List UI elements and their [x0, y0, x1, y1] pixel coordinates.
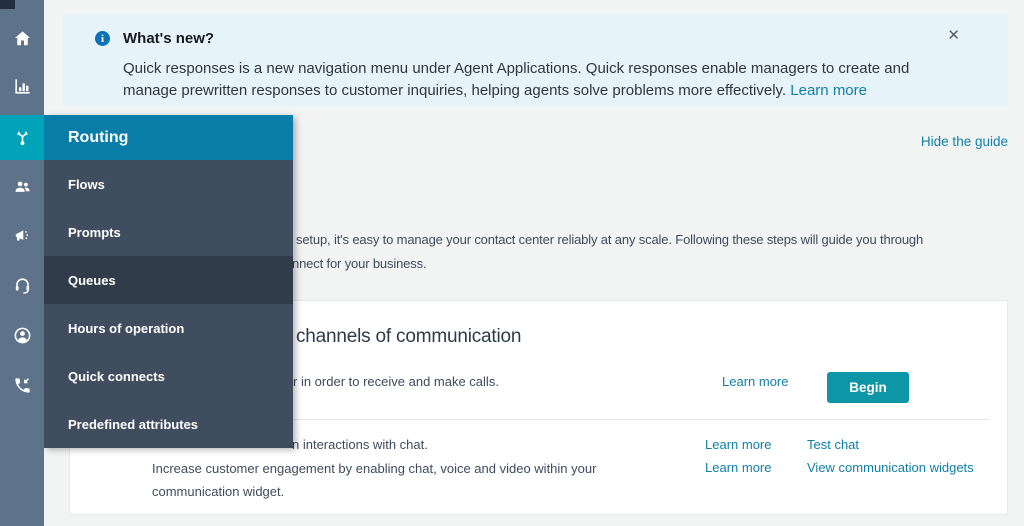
intro-text-line2: nnect for your business. — [292, 256, 426, 271]
users-icon — [13, 177, 32, 196]
intro-text-line1: setup, it's easy to manage your contact … — [296, 232, 923, 247]
sidebar-item-routing[interactable] — [0, 115, 44, 160]
row-chat-description: n interactions with chat. — [292, 437, 428, 452]
megaphone-icon — [13, 226, 32, 245]
flyout-item-prompts[interactable]: Prompts — [44, 208, 293, 256]
flyout-item-queues[interactable]: Queues — [44, 256, 293, 304]
sidebar-item-calls[interactable] — [0, 363, 44, 407]
banner-body-line1: Quick responses is a new navigation menu… — [123, 58, 909, 80]
row-chat-learn-more-link[interactable]: Learn more — [705, 437, 771, 452]
hide-the-guide-link[interactable]: Hide the guide — [921, 134, 1008, 149]
card-heading: channels of communication — [296, 326, 521, 348]
routing-flyout-menu: Routing Flows Prompts Queues Hours of op… — [44, 115, 293, 448]
routing-icon — [13, 128, 32, 147]
banner-title: What's new? — [123, 30, 214, 47]
sidebar-item-contact-control-panel[interactable] — [0, 263, 44, 307]
banner-learn-more-link[interactable]: Learn more — [790, 82, 867, 99]
sidebar-item-metrics[interactable] — [0, 64, 44, 108]
row-widget-description: Increase customer engagement by enabling… — [152, 458, 652, 503]
begin-button[interactable]: Begin — [827, 372, 909, 403]
sidebar-item-campaigns[interactable] — [0, 213, 44, 257]
home-icon — [13, 29, 32, 48]
close-icon[interactable]: ✕ — [947, 28, 960, 43]
flyout-item-hours-of-operation[interactable]: Hours of operation — [44, 304, 293, 352]
flyout-header-routing[interactable]: Routing — [44, 115, 293, 160]
row-phone-description: r in order to receive and make calls. — [293, 374, 499, 389]
console-header-remnant — [0, 0, 15, 9]
phone-incoming-icon — [13, 376, 32, 395]
sidebar-item-user-profile[interactable] — [0, 313, 44, 357]
flyout-item-quick-connects[interactable]: Quick connects — [44, 352, 293, 400]
row-phone-learn-more-link[interactable]: Learn more — [722, 374, 788, 389]
whats-new-banner: i What's new? Quick responses is a new n… — [63, 14, 1008, 106]
app-window: setup, it's easy to manage your contact … — [0, 0, 1024, 526]
agent-headset-icon — [13, 276, 32, 295]
metrics-icon — [13, 77, 32, 96]
sidebar-item-users[interactable] — [0, 164, 44, 208]
flyout-item-flows[interactable]: Flows — [44, 160, 293, 208]
view-communication-widgets-link[interactable]: View communication widgets — [807, 460, 974, 475]
row-widget-learn-more-link[interactable]: Learn more — [705, 460, 771, 475]
info-icon: i — [95, 31, 110, 46]
banner-body-line2: manage prewritten responses to customer … — [123, 80, 909, 102]
banner-body: Quick responses is a new navigation menu… — [123, 58, 909, 101]
profile-icon — [13, 326, 32, 345]
sidebar-nav — [0, 0, 44, 526]
test-chat-link[interactable]: Test chat — [807, 437, 859, 452]
flyout-item-predefined-attributes[interactable]: Predefined attributes — [44, 400, 293, 448]
sidebar-item-dashboard[interactable] — [0, 16, 44, 60]
